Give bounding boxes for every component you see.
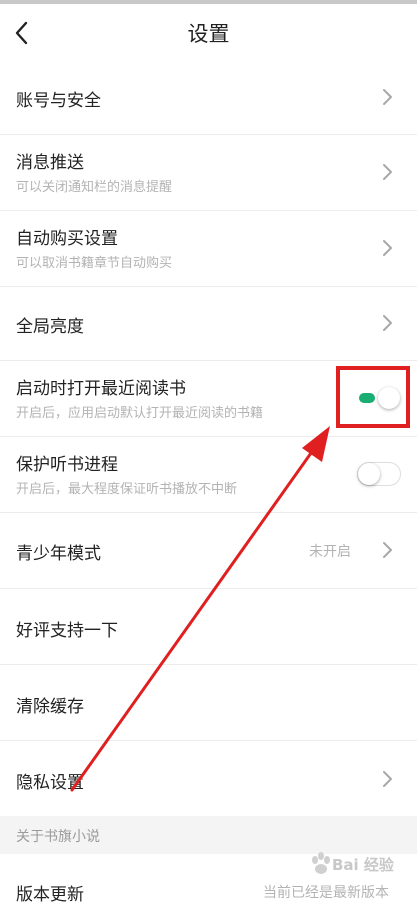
watermark: Bai 经验 <box>300 848 410 888</box>
setting-description: 可以关闭通知栏的消息提醒 <box>16 180 173 195</box>
setting-description: 开启后，最大程度保证听书播放不中断 <box>16 482 238 497</box>
setting-push[interactable]: 消息推送 可以关闭通知栏的消息提醒 <box>0 134 417 211</box>
baidu-paw-icon <box>312 852 330 874</box>
setting-label: 全局亮度 <box>16 317 84 337</box>
protect-audio-toggle[interactable] <box>357 462 401 486</box>
setting-privacy[interactable]: 隐私设置 <box>0 740 417 816</box>
toggle-knob <box>378 387 400 409</box>
chevron-right-icon <box>383 542 392 558</box>
setting-label: 青少年模式 <box>16 544 101 564</box>
setting-youth-mode[interactable]: 青少年模式 未开启 <box>0 512 417 589</box>
watermark-text: Bai 经验 <box>332 856 394 874</box>
chevron-right-icon <box>383 315 392 331</box>
setting-description: 开启后，应用启动默认打开最近阅读的书籍 <box>16 406 264 421</box>
setting-label: 清除缓存 <box>16 697 84 717</box>
setting-label: 隐私设置 <box>16 773 84 793</box>
setting-label: 好评支持一下 <box>16 621 118 641</box>
section-label: 关于书旗小说 <box>16 829 100 845</box>
setting-account[interactable]: 账号与安全 <box>0 60 417 135</box>
setting-label: 自动购买设置 <box>16 229 118 249</box>
chevron-right-icon <box>383 89 392 105</box>
toggle-knob <box>358 463 380 485</box>
toggle-track <box>359 393 375 403</box>
open-recent-toggle[interactable] <box>357 386 401 410</box>
setting-autobuy[interactable]: 自动购买设置 可以取消书籍章节自动购买 <box>0 210 417 287</box>
page-title: 设置 <box>187 22 230 46</box>
setting-label: 启动时打开最近阅读书 <box>16 379 186 399</box>
chevron-right-icon <box>383 240 392 256</box>
setting-label: 账号与安全 <box>16 91 101 111</box>
setting-label: 保护听书进程 <box>16 455 118 475</box>
setting-protect-audio: 保护听书进程 开启后，最大程度保证听书播放不中断 <box>0 436 417 513</box>
setting-label: 版本更新 <box>16 885 84 905</box>
setting-description: 可以取消书籍章节自动购买 <box>16 256 173 271</box>
setting-rate[interactable]: 好评支持一下 <box>0 588 417 665</box>
chevron-right-icon <box>383 164 392 180</box>
youth-mode-status: 未开启 <box>309 544 351 560</box>
header: 设置 <box>0 4 417 60</box>
setting-brightness[interactable]: 全局亮度 <box>0 286 417 361</box>
setting-open-recent: 启动时打开最近阅读书 开启后，应用启动默认打开最近阅读的书籍 <box>0 360 417 437</box>
setting-clear-cache[interactable]: 清除缓存 <box>0 664 417 741</box>
setting-label: 消息推送 <box>16 153 84 173</box>
chevron-right-icon <box>383 771 392 787</box>
